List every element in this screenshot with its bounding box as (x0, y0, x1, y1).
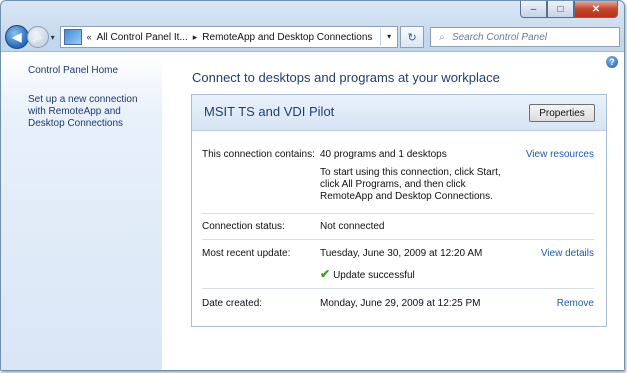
contains-note: To start using this connection, click St… (320, 167, 501, 202)
back-button[interactable]: ◀ (5, 25, 29, 49)
breadcrumb-separator-arrow[interactable]: ▸ (190, 32, 201, 43)
divider (202, 213, 594, 214)
search-icon: ⌕ (439, 31, 445, 43)
navigation-bar: ◀ ▶ ▾ « All Control Panel It... ▸ Remote… (5, 25, 621, 49)
contains-value: 40 programs and 1 desktops (320, 149, 447, 160)
page-title: Connect to desktops and programs at your… (192, 70, 500, 85)
remove-link[interactable]: Remove (557, 298, 594, 309)
breadcrumb-item[interactable]: All Control Panel It... (95, 28, 190, 46)
connection-header: MSIT TS and VDI Pilot Properties (192, 95, 606, 131)
update-label: Most recent update: (202, 248, 291, 259)
update-result-text: Update successful (333, 270, 415, 281)
breadcrumb-label: RemoteApp and Desktop Connections (202, 31, 373, 43)
update-result: ✔ Update successful (320, 267, 415, 281)
sidebar-link-setup-connection[interactable]: Set up a new connection with RemoteApp a… (28, 94, 156, 130)
sidebar: Control Panel Home Set up a new connecti… (1, 52, 162, 370)
explorer-window: – □ ✕ ◀ ▶ ▾ « All Control Panel It... ▸ … (0, 0, 625, 371)
address-overflow-chevron[interactable]: « (84, 32, 95, 42)
breadcrumb-label: All Control Panel It... (96, 31, 188, 43)
update-value: Tuesday, June 30, 2009 at 12:20 AM (320, 248, 483, 259)
divider (202, 239, 594, 240)
breadcrumb-item[interactable]: RemoteApp and Desktop Connections (200, 28, 374, 46)
maximize-button[interactable]: □ (547, 1, 574, 18)
window-content: Control Panel Home Set up a new connecti… (1, 51, 624, 370)
title-bar: – □ ✕ ◀ ▶ ▾ « All Control Panel It... ▸ … (1, 1, 624, 51)
created-value: Monday, June 29, 2009 at 12:25 PM (320, 298, 481, 309)
help-icon[interactable]: ? (606, 56, 618, 68)
address-bar[interactable]: « All Control Panel It... ▸ RemoteApp an… (59, 26, 399, 48)
control-panel-icon (63, 29, 82, 45)
refresh-icon: ↻ (407, 31, 417, 44)
main-content: ? Connect to desktops and programs at yo… (162, 52, 624, 370)
divider (202, 288, 594, 289)
view-resources-link[interactable]: View resources (526, 149, 594, 160)
window-controls: – □ ✕ (520, 1, 618, 18)
search-placeholder: Search Control Panel (451, 31, 547, 43)
contains-label: This connection contains: (202, 149, 315, 160)
status-value: Not connected (320, 221, 385, 232)
checkmark-icon: ✔ (320, 267, 331, 281)
status-label: Connection status: (202, 221, 285, 232)
forward-button[interactable]: ▶ (26, 26, 49, 48)
created-label: Date created: (202, 298, 263, 309)
recent-pages-dropdown[interactable]: ▾ (51, 33, 55, 42)
connection-name: MSIT TS and VDI Pilot (204, 104, 335, 119)
search-input[interactable]: ⌕ Search Control Panel (429, 27, 621, 47)
view-details-link[interactable]: View details (541, 248, 594, 259)
close-button[interactable]: ✕ (574, 1, 618, 18)
connection-panel: MSIT TS and VDI Pilot Properties This co… (191, 94, 607, 327)
sidebar-link-control-panel-home[interactable]: Control Panel Home (28, 65, 118, 77)
address-dropdown-button[interactable]: ▾ (380, 28, 397, 46)
refresh-button[interactable]: ↻ (400, 26, 424, 48)
minimize-button[interactable]: – (520, 1, 547, 18)
properties-button[interactable]: Properties (529, 104, 595, 122)
